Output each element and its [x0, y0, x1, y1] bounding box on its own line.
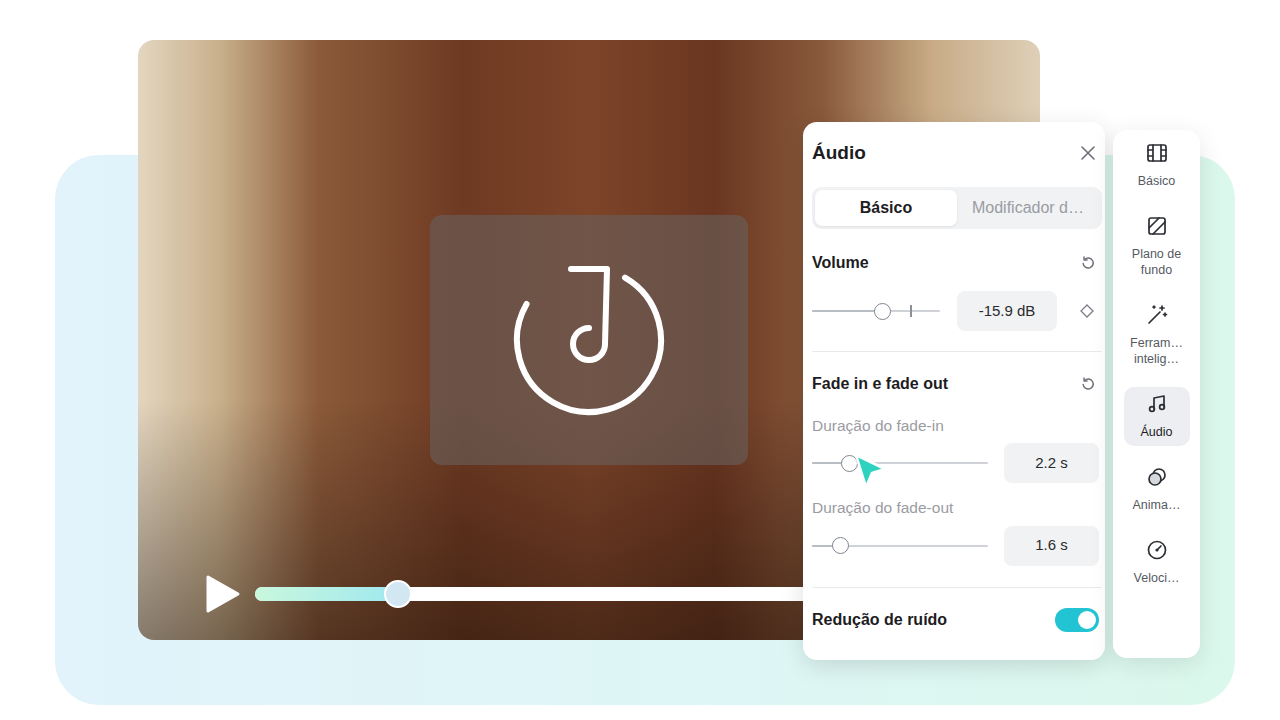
- slider-fill: [812, 310, 882, 312]
- volume-label: Volume: [812, 251, 869, 275]
- tab-bar: Básico Modificador d…: [812, 187, 1102, 229]
- loading-overlay: [430, 215, 748, 465]
- close-icon[interactable]: [1079, 144, 1097, 162]
- slider-track[interactable]: [812, 545, 988, 547]
- sidebar-item[interactable]: Básico: [1124, 136, 1190, 195]
- sidebar-label: Veloci…: [1134, 570, 1180, 586]
- divider: [812, 587, 1102, 588]
- slider-track[interactable]: [812, 462, 988, 464]
- fade-value[interactable]: 2.2 s: [1004, 443, 1099, 483]
- sidebar-item[interactable]: Plano de fundo: [1124, 209, 1190, 284]
- animation-icon: [1145, 465, 1169, 489]
- reset-icon[interactable]: [1079, 375, 1097, 393]
- reset-icon[interactable]: [1079, 254, 1097, 272]
- panel-title: Áudio: [812, 139, 866, 168]
- noise-reduction-toggle[interactable]: [1055, 608, 1099, 632]
- sidebar-label: Plano de fundo: [1126, 246, 1188, 278]
- volume-value[interactable]: -15.9 dB: [957, 291, 1057, 331]
- tab[interactable]: Modificador d…: [957, 190, 1099, 226]
- magic-wand-icon: [1145, 303, 1169, 327]
- tick-mark: [910, 305, 912, 317]
- music-loading-icon: [509, 260, 669, 420]
- film-icon: [1145, 141, 1169, 165]
- progress-fill: [255, 587, 398, 601]
- sidebar-label: Anima…: [1133, 497, 1181, 513]
- slider-knob[interactable]: [874, 303, 891, 320]
- tool-sidebar: Básico Plano de fundo Ferram… intelig… Áudi…: [1113, 130, 1200, 658]
- sidebar-item[interactable]: Ferram… intelig…: [1124, 298, 1190, 373]
- sidebar-label: Ferram… intelig…: [1126, 335, 1188, 367]
- tab-label: Modificador d…: [972, 196, 1084, 220]
- sidebar-label: Áudio: [1141, 424, 1173, 440]
- speed-icon: [1145, 538, 1169, 562]
- music-icon: [1145, 392, 1169, 416]
- tab[interactable]: Básico: [815, 190, 957, 226]
- divider: [812, 351, 1102, 352]
- fade-label: Fade in e fade out: [812, 372, 948, 396]
- fade-slider-label: Duração do fade-out: [812, 496, 1099, 519]
- tab-label: Básico: [860, 196, 912, 220]
- toggle-knob: [1078, 611, 1096, 629]
- fade-slider-label: Duração do fade-in: [812, 414, 1099, 437]
- play-icon[interactable]: [205, 574, 241, 614]
- audio-panel: Áudio Básico Modificador d… Volume -15.9 dB F…: [803, 122, 1105, 660]
- fade-value[interactable]: 1.6 s: [1004, 526, 1099, 566]
- noise-reduction-label: Redução de ruído: [812, 608, 947, 632]
- keyframe-icon[interactable]: [1080, 304, 1094, 318]
- progress-knob[interactable]: [384, 580, 412, 608]
- sidebar-item[interactable]: Veloci…: [1124, 533, 1190, 592]
- background-icon: [1145, 214, 1169, 238]
- slider-knob[interactable]: [832, 537, 849, 554]
- cursor-icon: [853, 452, 889, 492]
- slider-knob[interactable]: [841, 455, 858, 472]
- sidebar-item[interactable]: Anima…: [1124, 460, 1190, 519]
- sidebar-item[interactable]: Áudio: [1124, 387, 1190, 446]
- sidebar-label: Básico: [1138, 173, 1176, 189]
- slider-track[interactable]: [812, 310, 940, 312]
